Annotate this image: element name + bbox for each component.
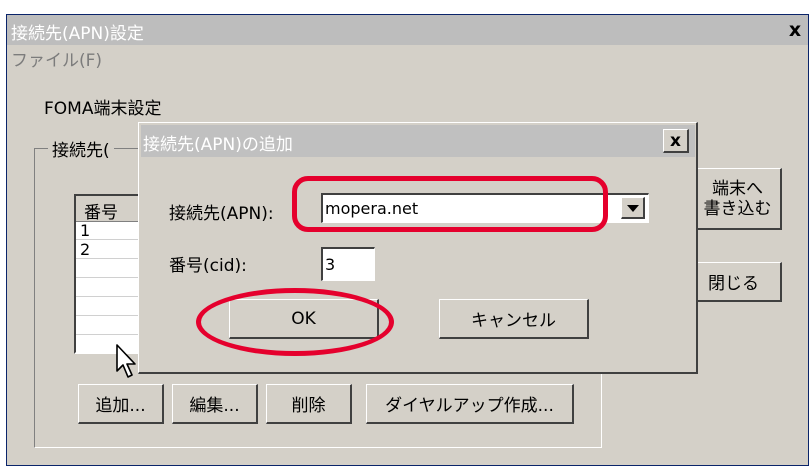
foma-settings-label: FOMA端末設定: [44, 99, 162, 119]
add-button-label: 追加...: [95, 396, 146, 416]
apn-dropdown-button[interactable]: [621, 197, 645, 219]
dialog-title-bar: 接続先(APN)の追加 x: [141, 125, 695, 157]
menu-bar: ファイル(F): [7, 45, 808, 71]
cancel-button[interactable]: キャンセル: [439, 299, 589, 339]
apn-label: 接続先(APN):: [169, 204, 274, 224]
row-number: 1: [80, 221, 91, 240]
chevron-down-icon: [627, 205, 639, 212]
dialog-close-label: x: [670, 130, 681, 151]
dialog-title: 接続先(APN)の追加: [143, 135, 293, 155]
dialup-button-label: ダイヤルアップ作成...: [385, 396, 554, 416]
main-window-title: 接続先(APN)設定: [11, 24, 144, 44]
mouse-cursor-icon: [116, 344, 136, 378]
edit-button[interactable]: 編集...: [172, 384, 258, 424]
row-number: 2: [80, 240, 91, 259]
edit-button-label: 編集...: [189, 396, 240, 416]
delete-button[interactable]: 削除: [266, 384, 352, 424]
create-dialup-button[interactable]: ダイヤルアップ作成...: [366, 384, 574, 424]
cid-label: 番号(cid):: [169, 256, 247, 276]
add-button[interactable]: 追加...: [78, 384, 164, 424]
menu-item-file[interactable]: ファイル(F): [11, 46, 102, 71]
groupbox-label: 接続先(: [48, 136, 114, 161]
cid-input[interactable]: [321, 247, 375, 281]
dialog-close-icon[interactable]: x: [663, 129, 689, 153]
ok-button-highlight: [196, 288, 394, 356]
main-close-icon[interactable]: x: [783, 18, 807, 42]
cancel-button-label: キャンセル: [471, 311, 556, 331]
list-header-label: 番号: [84, 203, 118, 223]
delete-button-label: 削除: [291, 396, 326, 416]
main-title-bar: 接続先(APN)設定 x: [7, 15, 808, 45]
apn-field-highlight: [292, 176, 608, 232]
